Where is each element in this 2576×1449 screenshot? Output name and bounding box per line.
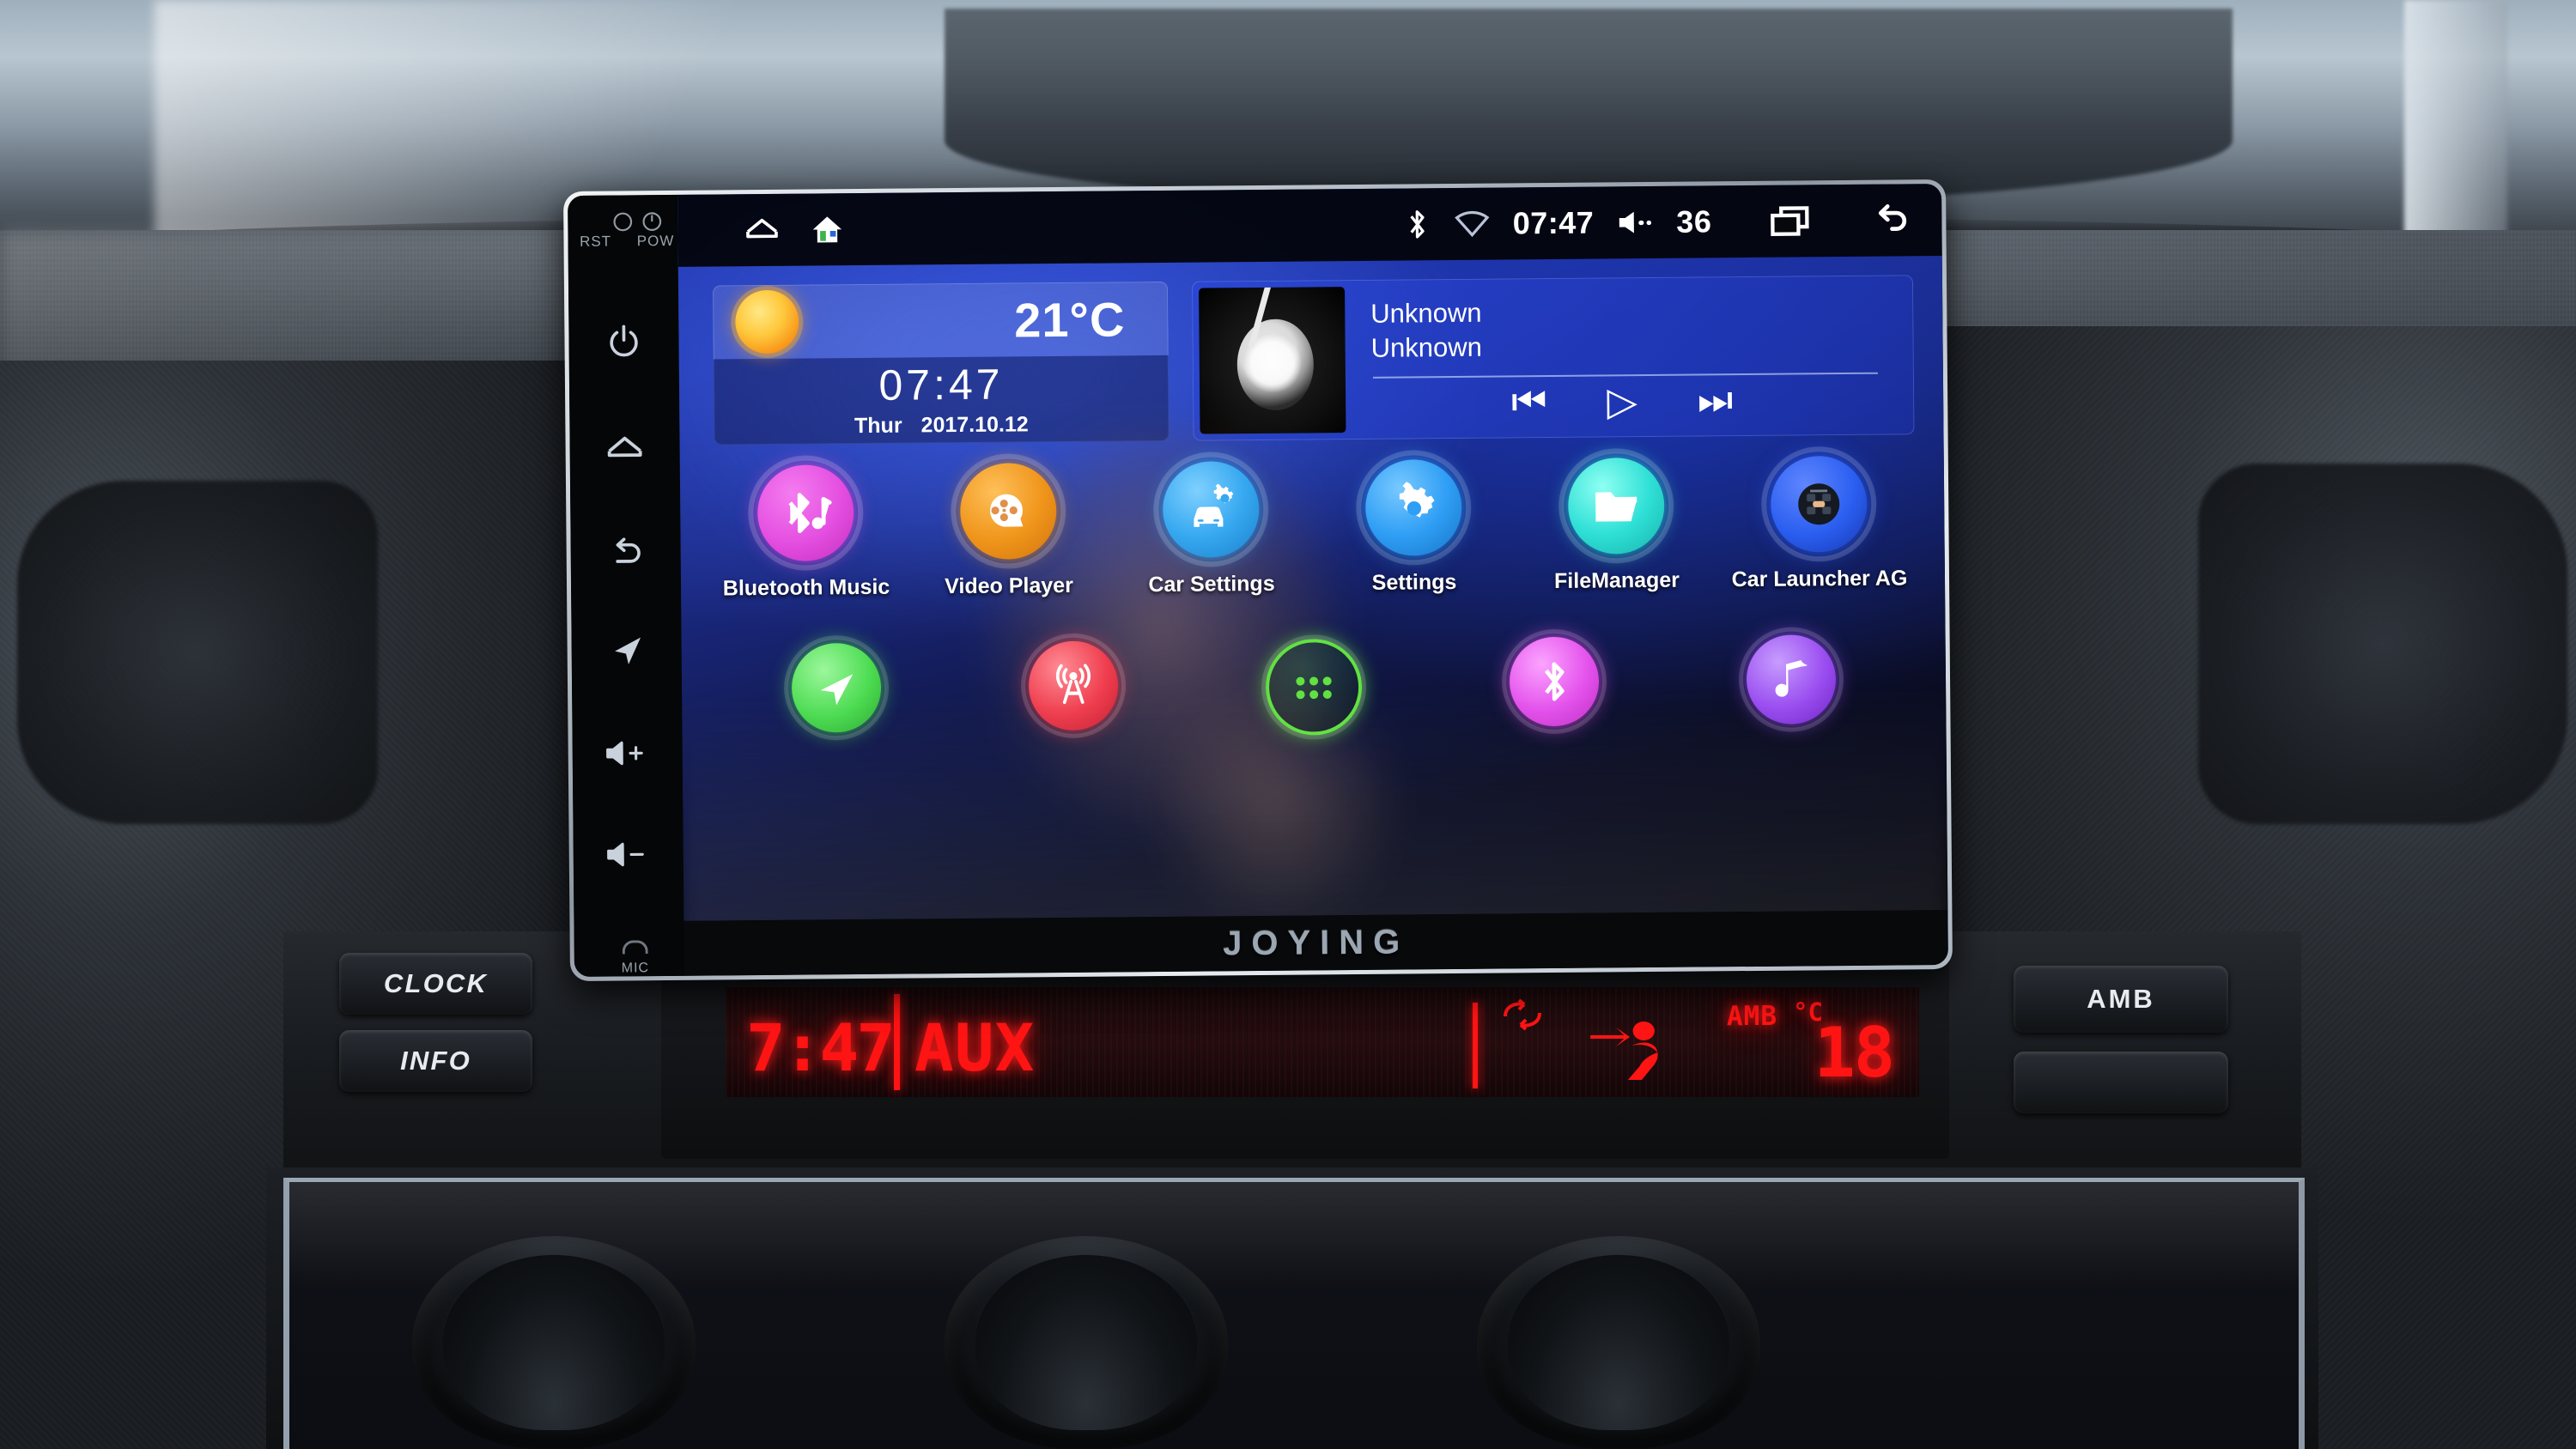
app-label: FileManager <box>1553 567 1680 593</box>
music-note-icon[interactable] <box>1746 634 1837 725</box>
film-reel-icon <box>959 463 1057 561</box>
volume-down-icon[interactable] <box>574 837 683 876</box>
navigation-arrow-icon[interactable] <box>791 642 882 733</box>
widget-date: 2017.10.12 <box>920 411 1029 437</box>
car-dashboard-scene: CLOCK INFO AMB 7:47 AUX AMB °C 18 RST PO… <box>0 0 2576 1449</box>
center-vent-1[interactable] <box>412 1236 696 1449</box>
app-label: Car Settings <box>1148 571 1275 597</box>
head-unit: RST POW MIC 07:47 36 21°C 07:47 Thur 201… <box>563 179 1953 982</box>
weather-temperature: 21°C <box>1013 291 1126 347</box>
app-settings[interactable]: Settings <box>1332 458 1496 597</box>
status-bar: 07:47 36 <box>677 184 1942 267</box>
airflow-icon <box>1587 1016 1672 1094</box>
left-air-vent <box>17 481 378 824</box>
vfd-ambient-label: AMB <box>1727 1001 1777 1032</box>
volume-up-icon[interactable] <box>573 736 683 775</box>
vfd-divider-2 <box>1473 1003 1478 1088</box>
folder-icon <box>1567 457 1665 555</box>
app-bluetooth-music[interactable]: Bluetooth Music <box>722 464 890 602</box>
app-label: Video Player <box>945 573 1073 599</box>
head-unit-inner: RST POW MIC 07:47 36 21°C 07:47 Thur 201… <box>568 184 1948 977</box>
play-button[interactable]: ▷ <box>1607 378 1637 424</box>
home-icon[interactable] <box>569 428 679 475</box>
amb-secondary-button[interactable] <box>2014 1052 2228 1113</box>
power-icon[interactable] <box>568 322 678 367</box>
bluetooth-icon[interactable] <box>1509 636 1600 727</box>
recents-icon[interactable] <box>1768 203 1811 239</box>
radio-tower-icon[interactable] <box>1028 640 1119 731</box>
prev-button[interactable]: ⏮ <box>1511 378 1547 426</box>
bluetooth-music-icon <box>756 464 854 562</box>
music-widget[interactable]: Unknown Unknown ⏮ ▷ ⏭ <box>1191 275 1915 441</box>
app-grid: Bluetooth Music Video Player Car Setting… <box>704 455 1921 601</box>
album-art <box>1199 287 1346 434</box>
widget-weekday: Thur <box>854 413 902 438</box>
vfd-source: AUX <box>914 1009 1036 1086</box>
info-button-label: INFO <box>400 1046 471 1076</box>
mic-hole <box>622 940 648 955</box>
track-artist: Unknown <box>1370 331 1483 363</box>
vfd-time: 7:47 <box>746 1009 896 1086</box>
windshield-trim <box>945 9 2233 206</box>
music-info: Unknown Unknown ⏮ ▷ ⏭ <box>1345 282 1907 433</box>
weather-row: 21°C <box>712 281 1169 360</box>
back-arrow-icon[interactable] <box>1864 202 1911 238</box>
status-clock: 07:47 <box>1512 204 1595 241</box>
wifi-icon <box>1455 209 1491 239</box>
track-title: Unknown <box>1370 297 1482 329</box>
vfd-display: 7:47 AUX AMB °C 18 <box>726 987 1919 1097</box>
app-label: Settings <box>1371 569 1457 595</box>
touchscreen[interactable]: 07:47 36 21°C 07:47 Thur 2017.10.12 Unkn… <box>677 184 1948 921</box>
app-label: Bluetooth Music <box>722 574 890 601</box>
car-launcher-ag-icon <box>1770 455 1868 553</box>
weather-clock-widget[interactable]: 21°C 07:47 Thur 2017.10.12 <box>712 281 1170 446</box>
center-vent-3[interactable] <box>1477 1236 1760 1449</box>
vfd-divider-1 <box>894 994 900 1090</box>
mic-label: MIC <box>621 961 650 976</box>
clock-row: 07:47 Thur 2017.10.12 <box>713 355 1170 446</box>
amb-button[interactable]: AMB <box>2014 966 2228 1033</box>
back-icon[interactable] <box>570 531 680 576</box>
home-outline-icon[interactable] <box>743 211 781 249</box>
clock-button[interactable]: CLOCK <box>339 953 532 1015</box>
app-label: Car Launcher AG <box>1731 566 1908 592</box>
car-gear-icon <box>1162 460 1260 558</box>
bluetooth-icon <box>1403 207 1432 241</box>
a-pillar <box>2404 0 2507 258</box>
widget-row: 21°C 07:47 Thur 2017.10.12 Unknown Unkno… <box>712 275 1915 446</box>
recirculation-icon <box>1498 997 1546 1041</box>
widget-date-row: Thur 2017.10.12 <box>854 412 1029 439</box>
dock-row <box>742 634 1886 741</box>
right-air-vent <box>2198 464 2567 824</box>
next-button[interactable]: ⏭ <box>1698 376 1734 424</box>
navigation-icon[interactable] <box>571 631 681 674</box>
brand-logo: JOYING <box>1222 922 1410 962</box>
center-vent-2[interactable] <box>945 1236 1228 1449</box>
volume-level: 36 <box>1676 203 1712 239</box>
brand-bar: JOYING <box>683 910 1948 976</box>
widget-clock: 07:47 <box>878 360 1004 409</box>
amb-button-label: AMB <box>2087 984 2155 1014</box>
clock-button-label: CLOCK <box>383 968 489 998</box>
volume-icon[interactable] <box>1616 208 1654 237</box>
home-filled-icon[interactable] <box>810 212 844 246</box>
vfd-temperature: 18 <box>1814 1013 1895 1093</box>
music-controls: ⏮ ▷ ⏭ <box>1371 374 1907 427</box>
app-video-player[interactable]: Video Player <box>927 463 1091 600</box>
app-drawer-icon[interactable] <box>1265 638 1363 736</box>
gear-icon <box>1364 458 1462 556</box>
sunny-icon <box>735 289 799 355</box>
bezel-left: RST POW MIC <box>568 194 684 977</box>
app-car-settings[interactable]: Car Settings <box>1129 460 1293 598</box>
app-car-launcher-ag[interactable]: Car Launcher AG <box>1732 455 1907 592</box>
info-button[interactable]: INFO <box>339 1030 532 1092</box>
app-filemanager[interactable]: FileManager <box>1534 457 1698 595</box>
